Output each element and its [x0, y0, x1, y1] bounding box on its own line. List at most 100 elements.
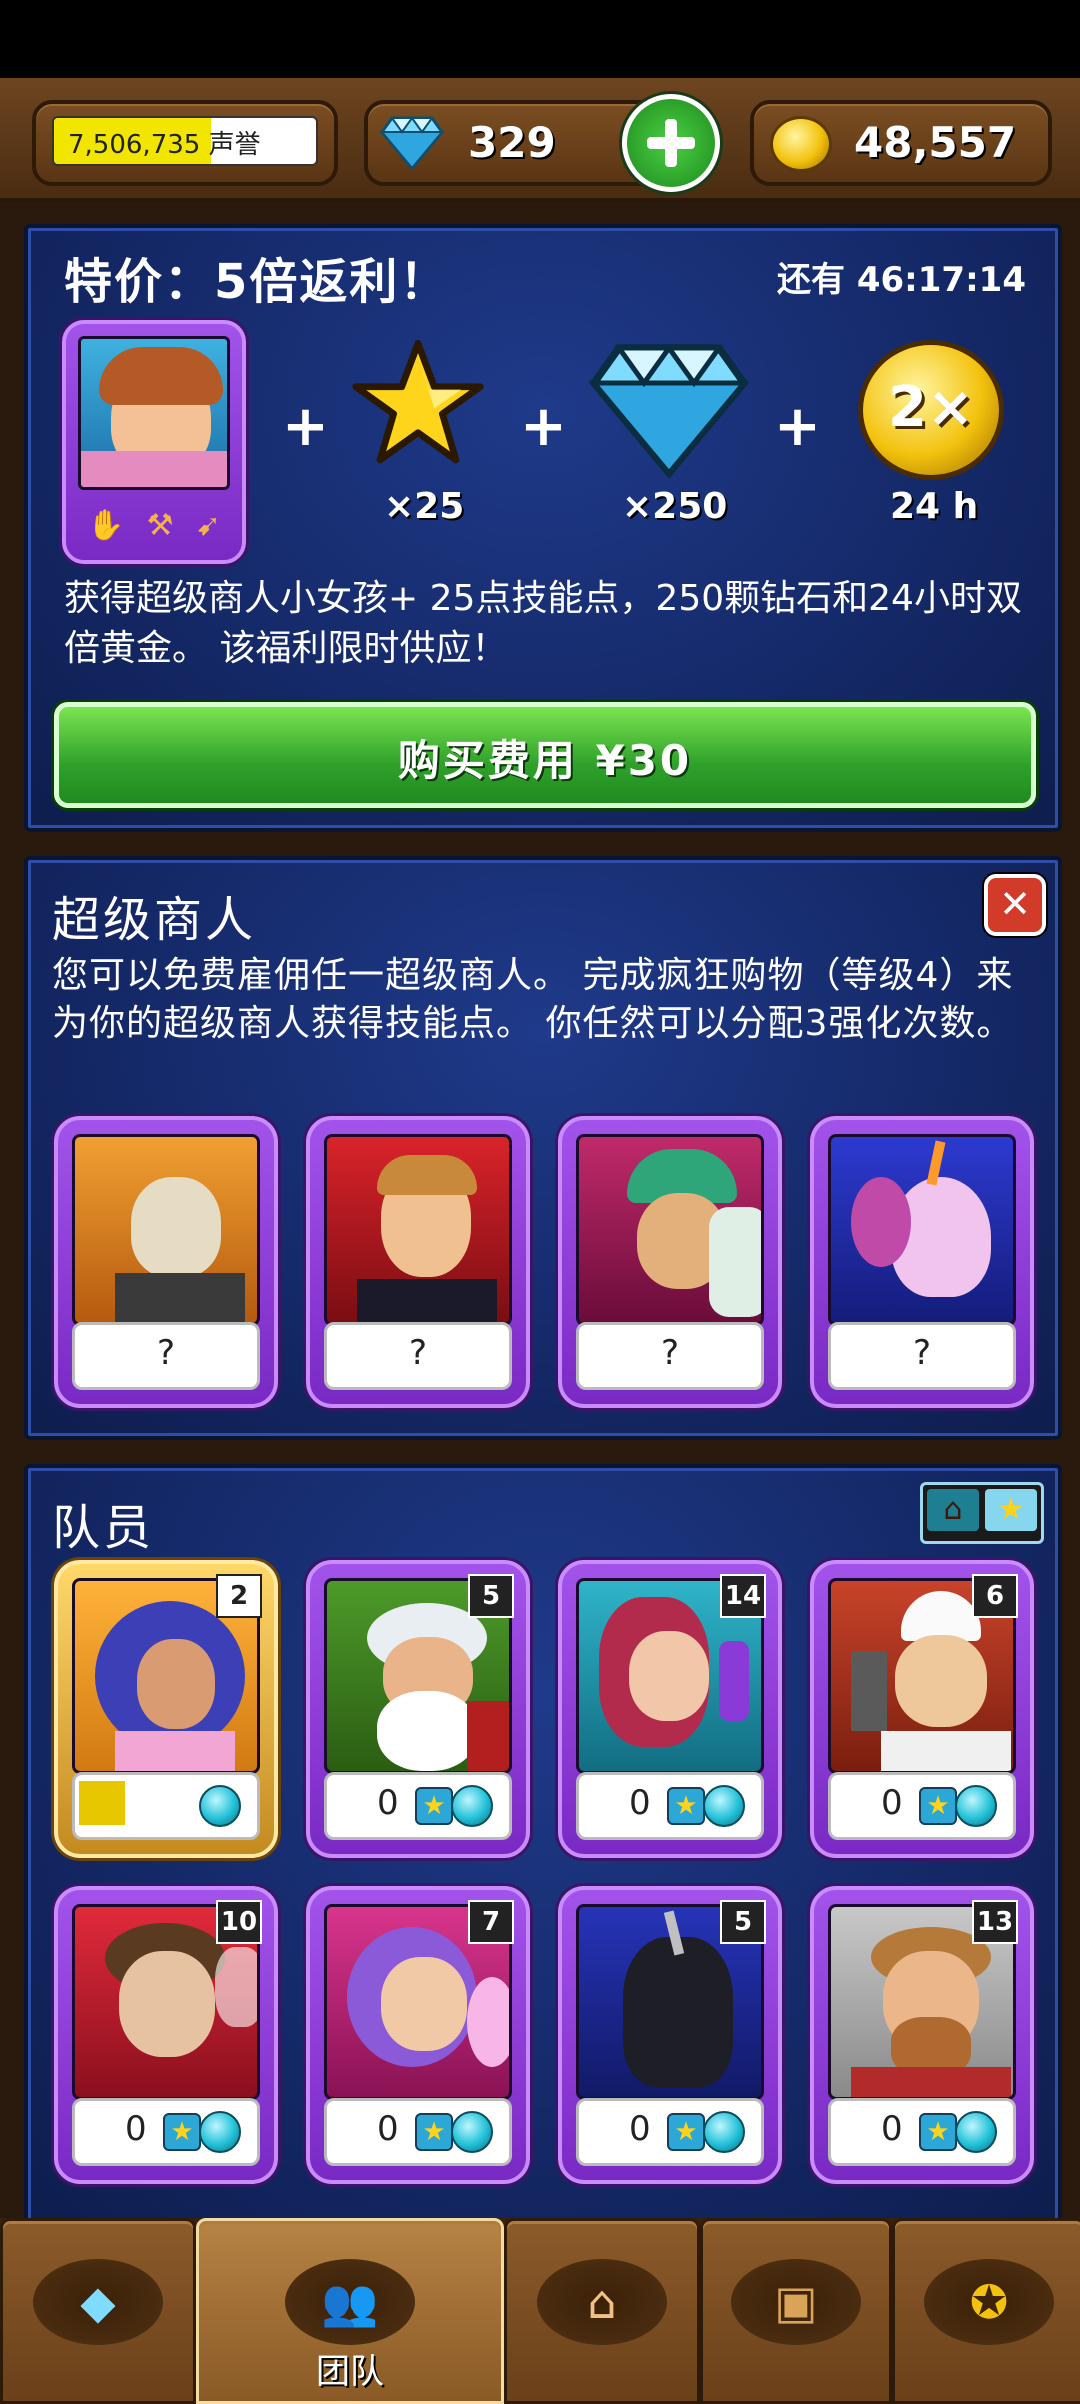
nav-medal[interactable]: ✪ [892, 2218, 1080, 2404]
reputation-pill[interactable]: 7,506,735 声誉 [32, 100, 338, 186]
skill-points-slot: 0 ★ [72, 2098, 260, 2166]
buy-gems-button[interactable] [622, 94, 720, 192]
upgrade-progress [72, 1772, 260, 1840]
nav-chest[interactable]: ▣ [700, 2218, 892, 2404]
skill-orb-icon [451, 1785, 493, 1827]
skill-points-slot: 0 ★ [828, 1772, 1016, 1840]
gentleman-portrait [324, 1134, 512, 1326]
choice-label: ? [912, 1333, 932, 1373]
reputation-label: 声誉 [208, 130, 261, 160]
gems-count: 329 [468, 118, 556, 167]
buy-offer-button[interactable]: 购买费用 ¥30 [54, 702, 1036, 808]
choice-slot: ? [324, 1322, 512, 1390]
skill-orb-icon [199, 1785, 241, 1827]
skill-orb-icon [199, 2111, 241, 2153]
offer-description: 获得超级商人小女孩+ 25点技能点，250颗钻石和24小时双倍黄金。 该福利限时… [64, 578, 1022, 669]
skill-points-slot: 0 ★ [576, 1772, 764, 1840]
medal-icon: ✪ [924, 2259, 1054, 2345]
special-offer-panel: 特价：5倍返利！ 还有 46:17:14 ✋ ⚒ ➹ + ×25 + ×250 + … [24, 224, 1062, 832]
nav-shop[interactable]: ⌂ [504, 2218, 700, 2404]
merchant-choice-skeleton[interactable]: ? [54, 1116, 278, 1408]
plus-sign-2: + [520, 394, 567, 459]
offer-timer: 还有 46:17:14 [777, 260, 1026, 300]
team-member-scared-man[interactable]: 10 0 ★ [54, 1886, 278, 2184]
shop-icon: ⌂ [537, 2259, 667, 2345]
merchant-choice-unicorn[interactable]: ? [810, 1116, 1034, 1408]
runner-icon: ➹ [195, 507, 221, 543]
offer-merchant-portrait [78, 336, 230, 490]
star-icon: ★ [919, 1787, 957, 1825]
diamond-icon [588, 343, 750, 478]
merchant-choice-gentleman[interactable]: ? [306, 1116, 530, 1408]
super-merchant-description: 您可以免费雇佣任一超级商人。 完成疯狂购物（等级4）来为你的超级商人获得技能点。… [52, 955, 1014, 1044]
stars-qty: ×25 [384, 486, 465, 527]
choice-label: ? [408, 1333, 428, 1373]
plus-sign-3: + [774, 394, 821, 459]
skill-points-slot: 0 ★ [828, 2098, 1016, 2166]
gem-icon [380, 116, 444, 170]
skill-orb-icon [955, 2111, 997, 2153]
offer-title: 特价：5倍返利！ [64, 254, 450, 310]
unicorn-portrait [828, 1134, 1016, 1326]
team-member-unicorn-girl[interactable]: 2 [54, 1560, 278, 1858]
reputation-value: 7,506,735 [68, 130, 201, 160]
star-icon: ★ [667, 1787, 705, 1825]
merchant-choice-warrior[interactable]: ? [558, 1116, 782, 1408]
skill-orb-icon [703, 1785, 745, 1827]
level-badge: 10 [216, 1900, 262, 1944]
choice-label: ? [156, 1333, 176, 1373]
level-badge: 5 [720, 1900, 766, 1944]
nav-gems[interactable]: ◆ [0, 2218, 196, 2404]
sort-home-button[interactable]: ⌂ [927, 1489, 979, 1531]
team-member-fairy[interactable]: 7 0 ★ [306, 1886, 530, 2184]
level-badge: 7 [468, 1900, 514, 1944]
choice-label: ? [660, 1333, 680, 1373]
super-merchant-panel: 超级商人 ✕ 您可以免费雇佣任一超级商人。 完成疯狂购物（等级4）来为你的超级商… [24, 856, 1062, 1440]
chest-icon: ▣ [731, 2259, 861, 2345]
skill-points-count: 0 [881, 2109, 903, 2149]
level-badge: 6 [972, 1574, 1018, 1618]
skill-points-slot: 0 ★ [324, 1772, 512, 1840]
level-badge: 2 [216, 1574, 262, 1618]
sort-star-button[interactable]: ★ [985, 1489, 1037, 1531]
nav-team-label: 团队 [316, 2352, 384, 2392]
skill-points-count: 0 [629, 1783, 651, 1823]
close-button[interactable]: ✕ [984, 874, 1046, 936]
team-member-elf-alchemist[interactable]: 14 0 ★ [558, 1560, 782, 1858]
skill-orb-icon [451, 2111, 493, 2153]
status-bar [0, 0, 1080, 78]
double-gold-coin-icon: 2× [858, 340, 1004, 480]
hand-icon: ✋ [87, 507, 125, 543]
choice-slot: ? [72, 1322, 260, 1390]
team-member-lumberjack[interactable]: 13 0 ★ [810, 1886, 1034, 2184]
skill-points-count: 0 [125, 2109, 147, 2149]
gold-count: 48,557 [854, 118, 1017, 167]
team-title: 队员 [52, 1500, 155, 1556]
star-icon: ★ [415, 2113, 453, 2151]
team-member-chef[interactable]: 6 0 ★ [810, 1560, 1034, 1858]
star-icon: ★ [163, 2113, 201, 2151]
gem-icon: ◆ [33, 2259, 163, 2345]
skill-points-count: 0 [377, 1783, 399, 1823]
skill-points-slot: 0 ★ [576, 2098, 764, 2166]
gold-coin-icon [770, 116, 832, 172]
star-icon: ★ [415, 1787, 453, 1825]
skeleton-portrait [72, 1134, 260, 1326]
nav-team[interactable]: 👥 团队 [196, 2218, 504, 2404]
buy-offer-label: 购买费用 ¥30 [397, 736, 693, 785]
super-merchant-title: 超级商人 [52, 892, 257, 948]
skill-points-slot: 0 ★ [324, 2098, 512, 2166]
sort-toggle[interactable]: ⌂ ★ [920, 1482, 1044, 1544]
close-icon: ✕ [999, 882, 1031, 926]
level-badge: 13 [972, 1900, 1018, 1944]
upgrade-progress-fill [79, 1781, 125, 1825]
team-member-black-unicorn[interactable]: 5 0 ★ [558, 1886, 782, 2184]
gold-pill[interactable]: 48,557 [750, 100, 1052, 186]
team-panel: 队员 ⌂ ★ 2 5 0 ★ 14 0 ★ 6 0 ★ 10 0 ★ 7 0 ★… [24, 1464, 1062, 2222]
team-member-santa[interactable]: 5 0 ★ [306, 1560, 530, 1858]
team-icon: 👥 [285, 2259, 415, 2345]
double-gold-label: 2× [888, 375, 974, 440]
hammer-icon: ⚒ [146, 507, 174, 543]
choice-slot: ? [576, 1322, 764, 1390]
offer-merchant-card: ✋ ⚒ ➹ [62, 320, 246, 564]
